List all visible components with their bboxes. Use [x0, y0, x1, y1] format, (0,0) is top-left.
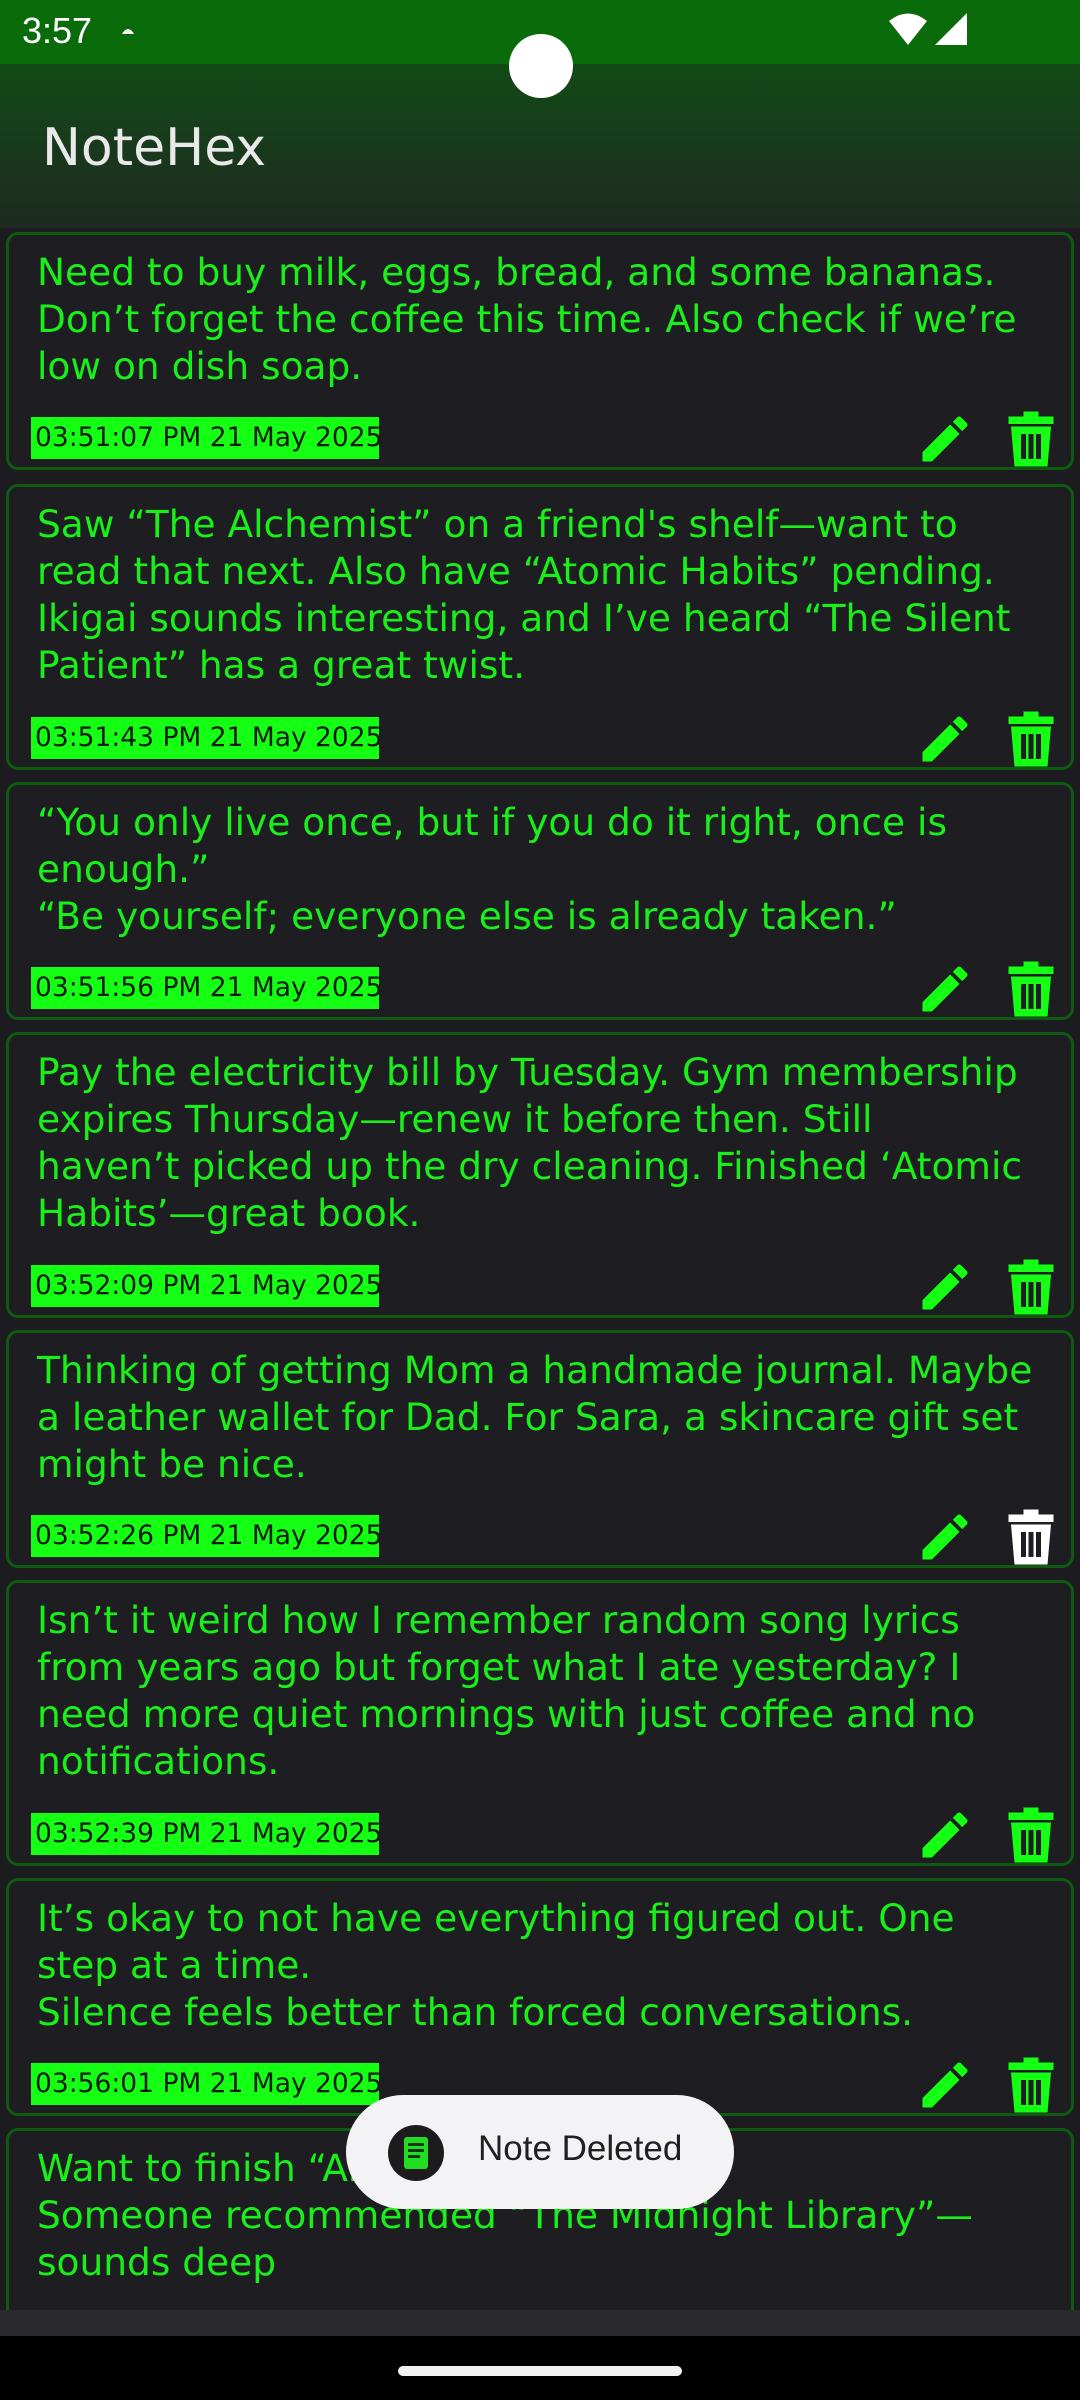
delete-icon[interactable]	[1005, 959, 1057, 1019]
note-timestamp: 03:51:07 PM 21 May 2025	[31, 417, 379, 459]
note-timestamp: 03:51:56 PM 21 May 2025	[31, 967, 379, 1009]
note-text: It’s okay to not have everything figured…	[37, 1896, 955, 2034]
signal-icon	[935, 13, 967, 45]
note-timestamp: 03:52:39 PM 21 May 2025	[31, 1813, 379, 1855]
toast-message: Note Deleted	[478, 2129, 683, 2168]
edit-icon[interactable]	[915, 1257, 975, 1317]
note-text: Saw “The Alchemist” on a friend's shelf—…	[37, 502, 1011, 687]
edit-icon[interactable]	[915, 1805, 975, 1865]
note-card[interactable]: Saw “The Alchemist” on a friend's shelf—…	[6, 484, 1074, 770]
delete-icon[interactable]	[1005, 409, 1057, 469]
delete-icon[interactable]	[1005, 1805, 1057, 1865]
note-text: Need to buy milk, eggs, bread, and some …	[37, 250, 1017, 388]
delete-icon[interactable]	[1005, 1257, 1057, 1317]
status-time: 3:57	[22, 10, 93, 51]
note-card[interactable]: “You only live once, but if you do it ri…	[6, 782, 1074, 1020]
note-card[interactable]: Pay the electricity bill by Tuesday. Gym…	[6, 1032, 1074, 1318]
app-title: NoteHex	[42, 118, 267, 178]
wifi-icon	[889, 13, 927, 45]
note-timestamp: 03:52:09 PM 21 May 2025	[31, 1265, 379, 1307]
edit-icon[interactable]	[915, 1507, 975, 1567]
home-handle[interactable]	[398, 2366, 682, 2376]
notes-list[interactable]: Need to buy milk, eggs, bread, and some …	[0, 228, 1080, 2310]
note-card[interactable]: Isn’t it weird how I remember random son…	[6, 1580, 1074, 1866]
delete-icon[interactable]	[1005, 709, 1057, 769]
toast: Note Deleted	[346, 2095, 734, 2209]
edit-icon[interactable]	[915, 409, 975, 469]
edit-icon[interactable]	[915, 709, 975, 769]
note-card[interactable]: Thinking of getting Mom a handmade journ…	[6, 1330, 1074, 1568]
note-timestamp: 03:52:26 PM 21 May 2025	[31, 1515, 379, 1557]
delete-icon[interactable]	[1005, 2055, 1057, 2115]
note-text: Isn’t it weird how I remember random son…	[37, 1598, 976, 1783]
list-bottom-strip	[0, 2310, 1080, 2336]
note-timestamp: 03:56:01 PM 21 May 2025	[31, 2063, 379, 2105]
camera-cutout	[509, 34, 573, 98]
note-text: “You only live once, but if you do it ri…	[37, 800, 947, 938]
note-text: Pay the electricity bill by Tuesday. Gym…	[37, 1050, 1022, 1235]
edit-icon[interactable]	[915, 2055, 975, 2115]
note-card[interactable]: It’s okay to not have everything figured…	[6, 1878, 1074, 2116]
note-card[interactable]: Need to buy milk, eggs, bread, and some …	[6, 232, 1074, 470]
edit-icon[interactable]	[915, 959, 975, 1019]
note-timestamp: 03:51:43 PM 21 May 2025	[31, 717, 379, 759]
app-icon	[388, 2125, 444, 2181]
delete-icon[interactable]	[1005, 1507, 1057, 1567]
notification-icon	[122, 29, 134, 34]
navigation-bar	[0, 2336, 1080, 2400]
note-text: Thinking of getting Mom a handmade journ…	[37, 1348, 1033, 1486]
